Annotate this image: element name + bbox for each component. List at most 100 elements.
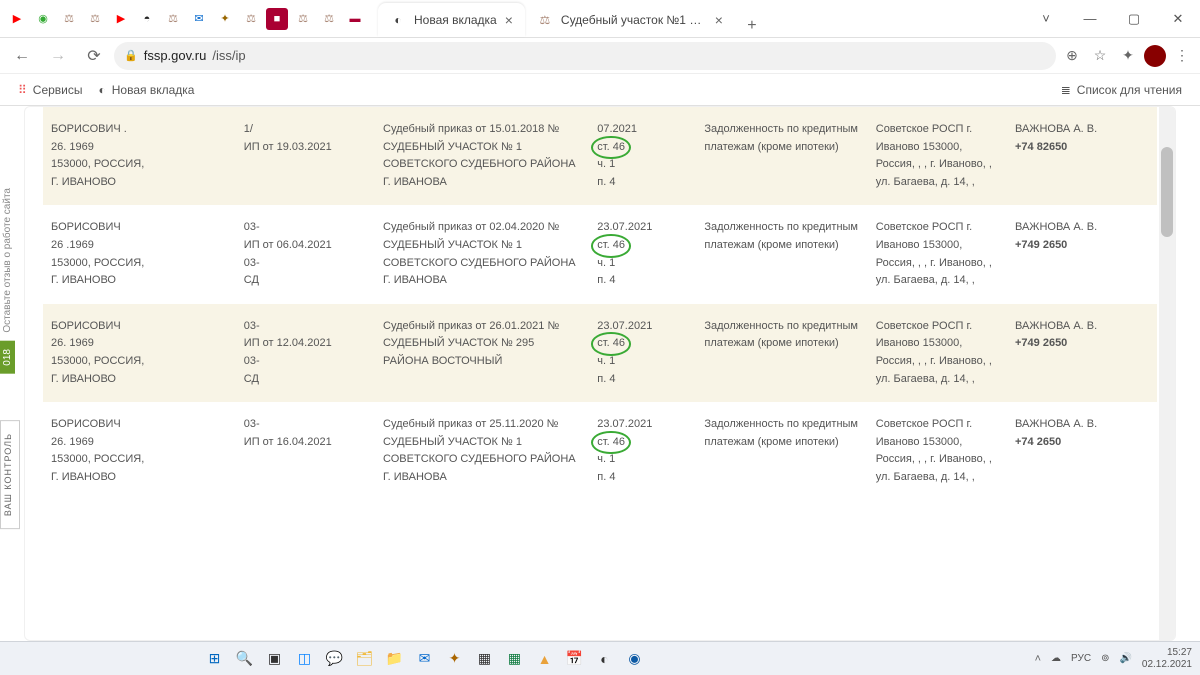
taskbar-clock[interactable]: 15:27 02.12.2021: [1142, 647, 1192, 671]
cell-termination: 23.07.2021ст. 46ч. 1п. 4: [589, 402, 696, 500]
bookmark-newtab[interactable]: ◐ Новая вкладка: [93, 79, 201, 101]
explorer-icon[interactable]: 🗂: [352, 646, 378, 672]
list-icon: ≣: [1061, 83, 1071, 97]
cell-department: Советское РОСП г. Иваново 153000, Россия…: [868, 304, 1007, 402]
window-close-button[interactable]: ✕: [1156, 4, 1200, 34]
emblem-icon[interactable]: ✦: [214, 8, 236, 30]
window-minimize-button[interactable]: —: [1068, 4, 1112, 34]
volume-icon[interactable]: 🔊: [1119, 653, 1131, 664]
taskbar-time: 15:27: [1142, 647, 1192, 659]
scales-6-icon[interactable]: ⚖: [318, 8, 340, 30]
cell-officer: ВАЖНОВА А. В.+74 82650: [1007, 107, 1157, 205]
lock-icon: 🔒: [124, 49, 138, 62]
scales-5-icon[interactable]: ⚖: [292, 8, 314, 30]
cell-termination: 23.07.2021ст. 46ч. 1п. 4: [589, 304, 696, 402]
edge-icon[interactable]: ◉: [622, 646, 648, 672]
app-1-icon[interactable]: ▦: [472, 646, 498, 672]
chat-icon[interactable]: 💬: [322, 646, 348, 672]
scales-2-icon[interactable]: ⚖: [84, 8, 106, 30]
cloud-icon[interactable]: ☁: [1051, 653, 1061, 664]
tab-close-icon[interactable]: ×: [715, 12, 723, 28]
cell-department: Советское РОСП г. Иваново 153000, Россия…: [868, 205, 1007, 303]
tray-overflow-icon[interactable]: ˄: [1035, 653, 1041, 665]
globe-icon: ◐: [99, 83, 106, 97]
cell-department: Советское РОСП г. Иваново 153000, Россия…: [868, 107, 1007, 205]
taskview-icon[interactable]: ▣: [262, 646, 288, 672]
cell-document: Судебный приказ от 02.04.2020 № СУДЕБНЫЙ…: [375, 205, 589, 303]
calendar-icon[interactable]: 📅: [562, 646, 588, 672]
table-row: БОРИСОВИЧ26. 1969153000, РОССИЯ,Г. ИВАНО…: [43, 304, 1157, 402]
cell-document: Судебный приказ от 15.01.2018 № СУДЕБНЫЙ…: [375, 107, 589, 205]
cell-debtor: БОРИСОВИЧ26. 1969153000, РОССИЯ,Г. ИВАНО…: [43, 402, 236, 500]
cell-debtor: БОРИСОВИЧ26. 1969153000, РОССИЯ,Г. ИВАНО…: [43, 304, 236, 402]
scales-1-icon[interactable]: ⚖: [58, 8, 80, 30]
youtube-icon[interactable]: ▶: [6, 8, 28, 30]
cell-debtor: БОРИСОВИЧ26 .1969153000, РОССИЯ,Г. ИВАНО…: [43, 205, 236, 303]
search-icon[interactable]: 🔍: [232, 646, 258, 672]
cell-document: Судебный приказ от 26.01.2021 № СУДЕБНЫЙ…: [375, 304, 589, 402]
enforcement-table: БОРИСОВИЧ .26. 1969153000, РОССИЯ,Г. ИВА…: [43, 107, 1157, 501]
tab-2-label: Судебный участок №1 Советск: [561, 13, 707, 27]
url-path: /iss/ip: [212, 48, 245, 63]
window-title-bar: ▶ ◉ ⚖ ⚖ ▶ ◓ ⚖ ✉ ✦ ⚖ ■ ⚖ ⚖ ▬ ◐ Новая вкла…: [0, 0, 1200, 38]
url-input[interactable]: 🔒 fssp.gov.ru/iss/ip: [114, 42, 1056, 70]
scales-4-icon[interactable]: ⚖: [240, 8, 262, 30]
cell-document: Судебный приказ от 25.11.2020 № СУДЕБНЫЙ…: [375, 402, 589, 500]
bookmarks-bar: ⠿ Сервисы ◐ Новая вкладка ≣ Список для ч…: [0, 74, 1200, 106]
widgets-icon[interactable]: ◫: [292, 646, 318, 672]
browser-tab-1[interactable]: ◐ Новая вкладка ×: [378, 3, 525, 37]
chrome-fav-icon: ◐: [390, 12, 406, 28]
new-tab-button[interactable]: +: [741, 15, 763, 37]
scales-3-icon[interactable]: ⚖: [162, 8, 184, 30]
window-maximize-button[interactable]: ▢: [1112, 4, 1156, 34]
cell-termination: 07.2021ст. 46ч. 1п. 4: [589, 107, 696, 205]
feedback-counter: 018: [0, 341, 15, 374]
cell-ip: 03-ИП от 12.04.2021 03-СД: [236, 304, 375, 402]
puzzle-icon[interactable]: ✦: [1116, 44, 1140, 68]
bookmark-services[interactable]: ⠿ Сервисы: [12, 79, 89, 101]
sber-icon[interactable]: ◉: [32, 8, 54, 30]
chrome-icon[interactable]: ◐: [592, 646, 618, 672]
red-square-icon[interactable]: ■: [266, 8, 288, 30]
chevron-down-icon[interactable]: ˅: [1024, 4, 1068, 34]
youtube2-icon[interactable]: ▶: [110, 8, 132, 30]
wifi-icon[interactable]: ⊚: [1101, 653, 1109, 664]
bookmark-newtab-label: Новая вкладка: [112, 83, 195, 97]
cell-ip: 1/ИП от 19.03.2021: [236, 107, 375, 205]
app-2-icon[interactable]: ▲: [532, 646, 558, 672]
nav-back-button[interactable]: ←: [6, 40, 38, 72]
page-content: БОРИСОВИЧ .26. 1969153000, РОССИЯ,Г. ИВА…: [24, 106, 1176, 641]
taskbar-lang[interactable]: РУС: [1071, 653, 1091, 664]
windows-taskbar: ⊞ 🔍 ▣ ◫ 💬 🗂 📁 ✉ ✦ ▦ ▦ ▲ 📅 ◐ ◉ ˄ ☁ РУС ⊚ …: [0, 641, 1200, 675]
browser-tab-2[interactable]: ⚖ Судебный участок №1 Советск ×: [525, 3, 735, 37]
round-icon[interactable]: ◓: [136, 8, 158, 30]
small-red-icon[interactable]: ▬: [344, 8, 366, 30]
table-row: БОРИСОВИЧ26. 1969153000, РОССИЯ,Г. ИВАНО…: [43, 402, 1157, 500]
excel-icon[interactable]: ▦: [502, 646, 528, 672]
apps-grid-icon: ⠿: [18, 83, 27, 97]
feedback-strip[interactable]: Оставьте отзыв о работе сайта 018: [0, 180, 20, 373]
mail-icon[interactable]: ✉: [188, 8, 210, 30]
scales-fav-icon: ⚖: [537, 12, 553, 28]
menu-icon[interactable]: ⋮: [1170, 44, 1194, 68]
vertical-scrollbar[interactable]: [1159, 107, 1175, 640]
nav-forward-button[interactable]: →: [42, 40, 74, 72]
cell-subject: Задолженность по кредитным платежам (кро…: [696, 304, 867, 402]
start-button[interactable]: ⊞: [202, 646, 228, 672]
cell-department: Советское РОСП г. Иваново 153000, Россия…: [868, 402, 1007, 500]
search-ext-icon[interactable]: ⊕: [1060, 44, 1084, 68]
reading-list-button[interactable]: ≣ Список для чтения: [1055, 79, 1188, 101]
tab-1-label: Новая вкладка: [414, 13, 497, 27]
cell-subject: Задолженность по кредитным платежам (кро…: [696, 402, 867, 500]
tab-close-icon[interactable]: ×: [505, 12, 513, 28]
eagle-icon[interactable]: ✦: [442, 646, 468, 672]
cell-subject: Задолженность по кредитным платежам (кро…: [696, 205, 867, 303]
profile-avatar[interactable]: [1144, 45, 1166, 67]
folder-icon[interactable]: 📁: [382, 646, 408, 672]
nav-reload-button[interactable]: ⟳: [78, 40, 110, 72]
vash-kontrol-strip[interactable]: ВАШ КОНТРОЛЬ: [0, 420, 20, 529]
star-icon[interactable]: ☆: [1088, 44, 1112, 68]
mail-tb-icon[interactable]: ✉: [412, 646, 438, 672]
feedback-label: Оставьте отзыв о работе сайта: [0, 180, 15, 341]
taskbar-date: 02.12.2021: [1142, 659, 1192, 671]
